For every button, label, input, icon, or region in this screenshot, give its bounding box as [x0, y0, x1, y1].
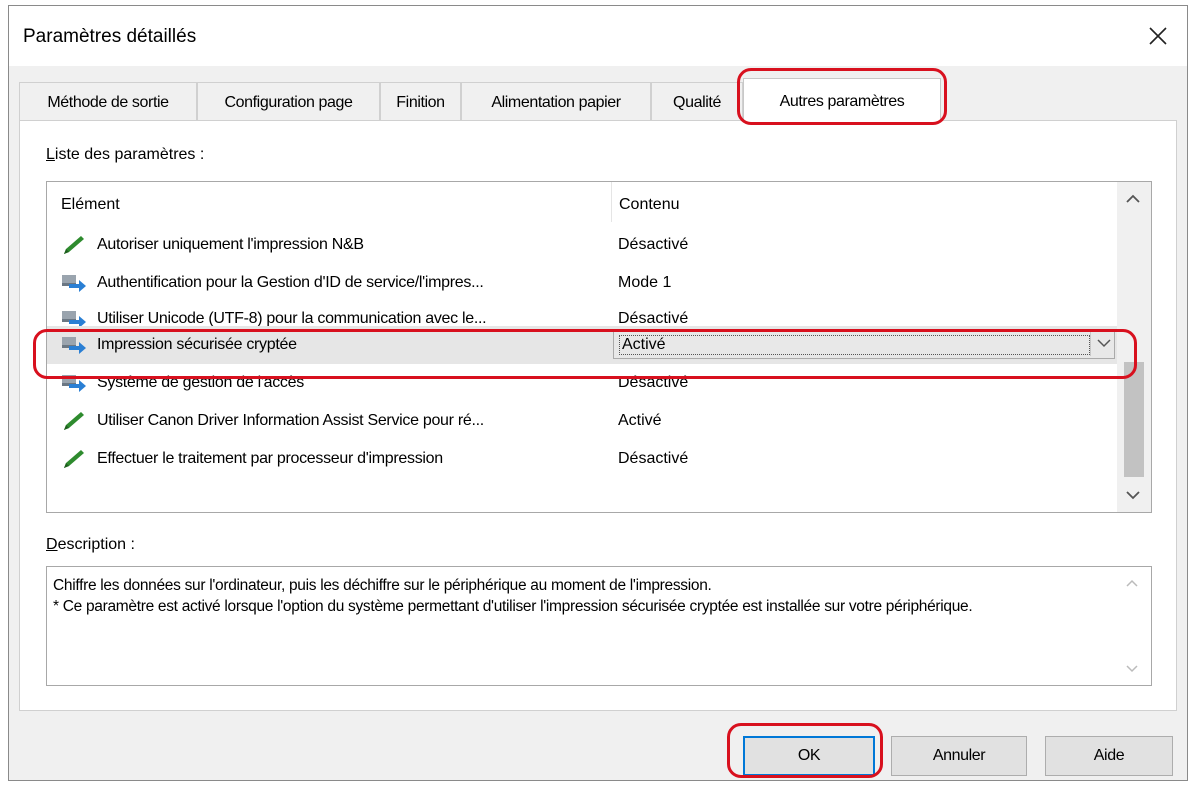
- column-header-item[interactable]: Elément: [61, 196, 120, 214]
- chevron-up-icon[interactable]: [1125, 579, 1139, 588]
- description-text: Chiffre les données sur l'ordinateur, pu…: [53, 577, 973, 615]
- chevron-down-icon[interactable]: [1125, 664, 1139, 673]
- ok-button[interactable]: OK: [743, 736, 875, 776]
- list-item[interactable]: Effectuer le traitement par processeur d…: [47, 440, 1117, 478]
- tab-quality[interactable]: Qualité: [651, 82, 743, 120]
- list-item[interactable]: Autoriser uniquement l'impression N&B Dé…: [47, 226, 1117, 264]
- dropdown-separator: [1090, 332, 1091, 356]
- tab-other-settings[interactable]: Autres paramètres: [743, 78, 941, 122]
- list-item-selected[interactable]: Impression sécurisée cryptée Activé: [47, 326, 1117, 364]
- pencil-icon: [64, 236, 84, 254]
- value-dropdown[interactable]: Activé: [613, 329, 1115, 359]
- tab-strip: Méthode de sortie Configuration page Fin…: [19, 78, 1177, 122]
- column-separator[interactable]: [611, 182, 612, 222]
- settings-dialog: Paramètres détaillés Méthode de sortie C…: [8, 5, 1188, 781]
- scrollbar-thumb[interactable]: [1124, 362, 1144, 477]
- list-item[interactable]: Utiliser Unicode (UTF-8) pour la communi…: [47, 300, 1117, 326]
- description-box[interactable]: Chiffre les données sur l'ordinateur, pu…: [46, 566, 1152, 686]
- settings-list-label: Liste des paramètres :: [46, 146, 205, 163]
- printer-arrow-icon: [62, 337, 86, 354]
- list-scrollbar[interactable]: [1117, 182, 1151, 512]
- printer-arrow-icon: [62, 275, 86, 292]
- printer-arrow-icon: [62, 375, 86, 392]
- close-button[interactable]: [1129, 6, 1187, 66]
- dropdown-selected-value: Activé: [619, 335, 1090, 355]
- tab-paper-source[interactable]: Alimentation papier: [461, 82, 651, 120]
- tab-output-method[interactable]: Méthode de sortie: [19, 82, 197, 120]
- close-icon: [1149, 27, 1167, 45]
- tab-panel: Liste des paramètres : Elément Contenu A…: [19, 120, 1177, 711]
- list-item[interactable]: Utiliser Canon Driver Information Assist…: [47, 402, 1117, 440]
- chevron-down-icon[interactable]: [1125, 490, 1141, 500]
- help-button[interactable]: Aide: [1045, 736, 1173, 776]
- list-item[interactable]: Système de gestion de l'accès Désactivé: [47, 364, 1117, 402]
- cancel-button[interactable]: Annuler: [891, 736, 1027, 776]
- pencil-icon: [64, 450, 84, 468]
- printer-arrow-icon: [62, 311, 86, 326]
- column-header-content[interactable]: Contenu: [619, 196, 680, 214]
- chevron-up-icon[interactable]: [1125, 194, 1141, 204]
- dialog-title: Paramètres détaillés: [23, 26, 197, 47]
- tab-page-setup[interactable]: Configuration page: [197, 82, 380, 120]
- tab-finishing[interactable]: Finition: [380, 82, 461, 120]
- settings-list[interactable]: Elément Contenu Autoriser uniquement l'i…: [46, 181, 1152, 513]
- description-label: Description :: [46, 536, 135, 553]
- list-item[interactable]: Authentification pour la Gestion d'ID de…: [47, 264, 1117, 302]
- title-bar: Paramètres détaillés: [9, 6, 1187, 66]
- chevron-down-icon[interactable]: [1097, 338, 1111, 348]
- pencil-icon: [64, 412, 84, 430]
